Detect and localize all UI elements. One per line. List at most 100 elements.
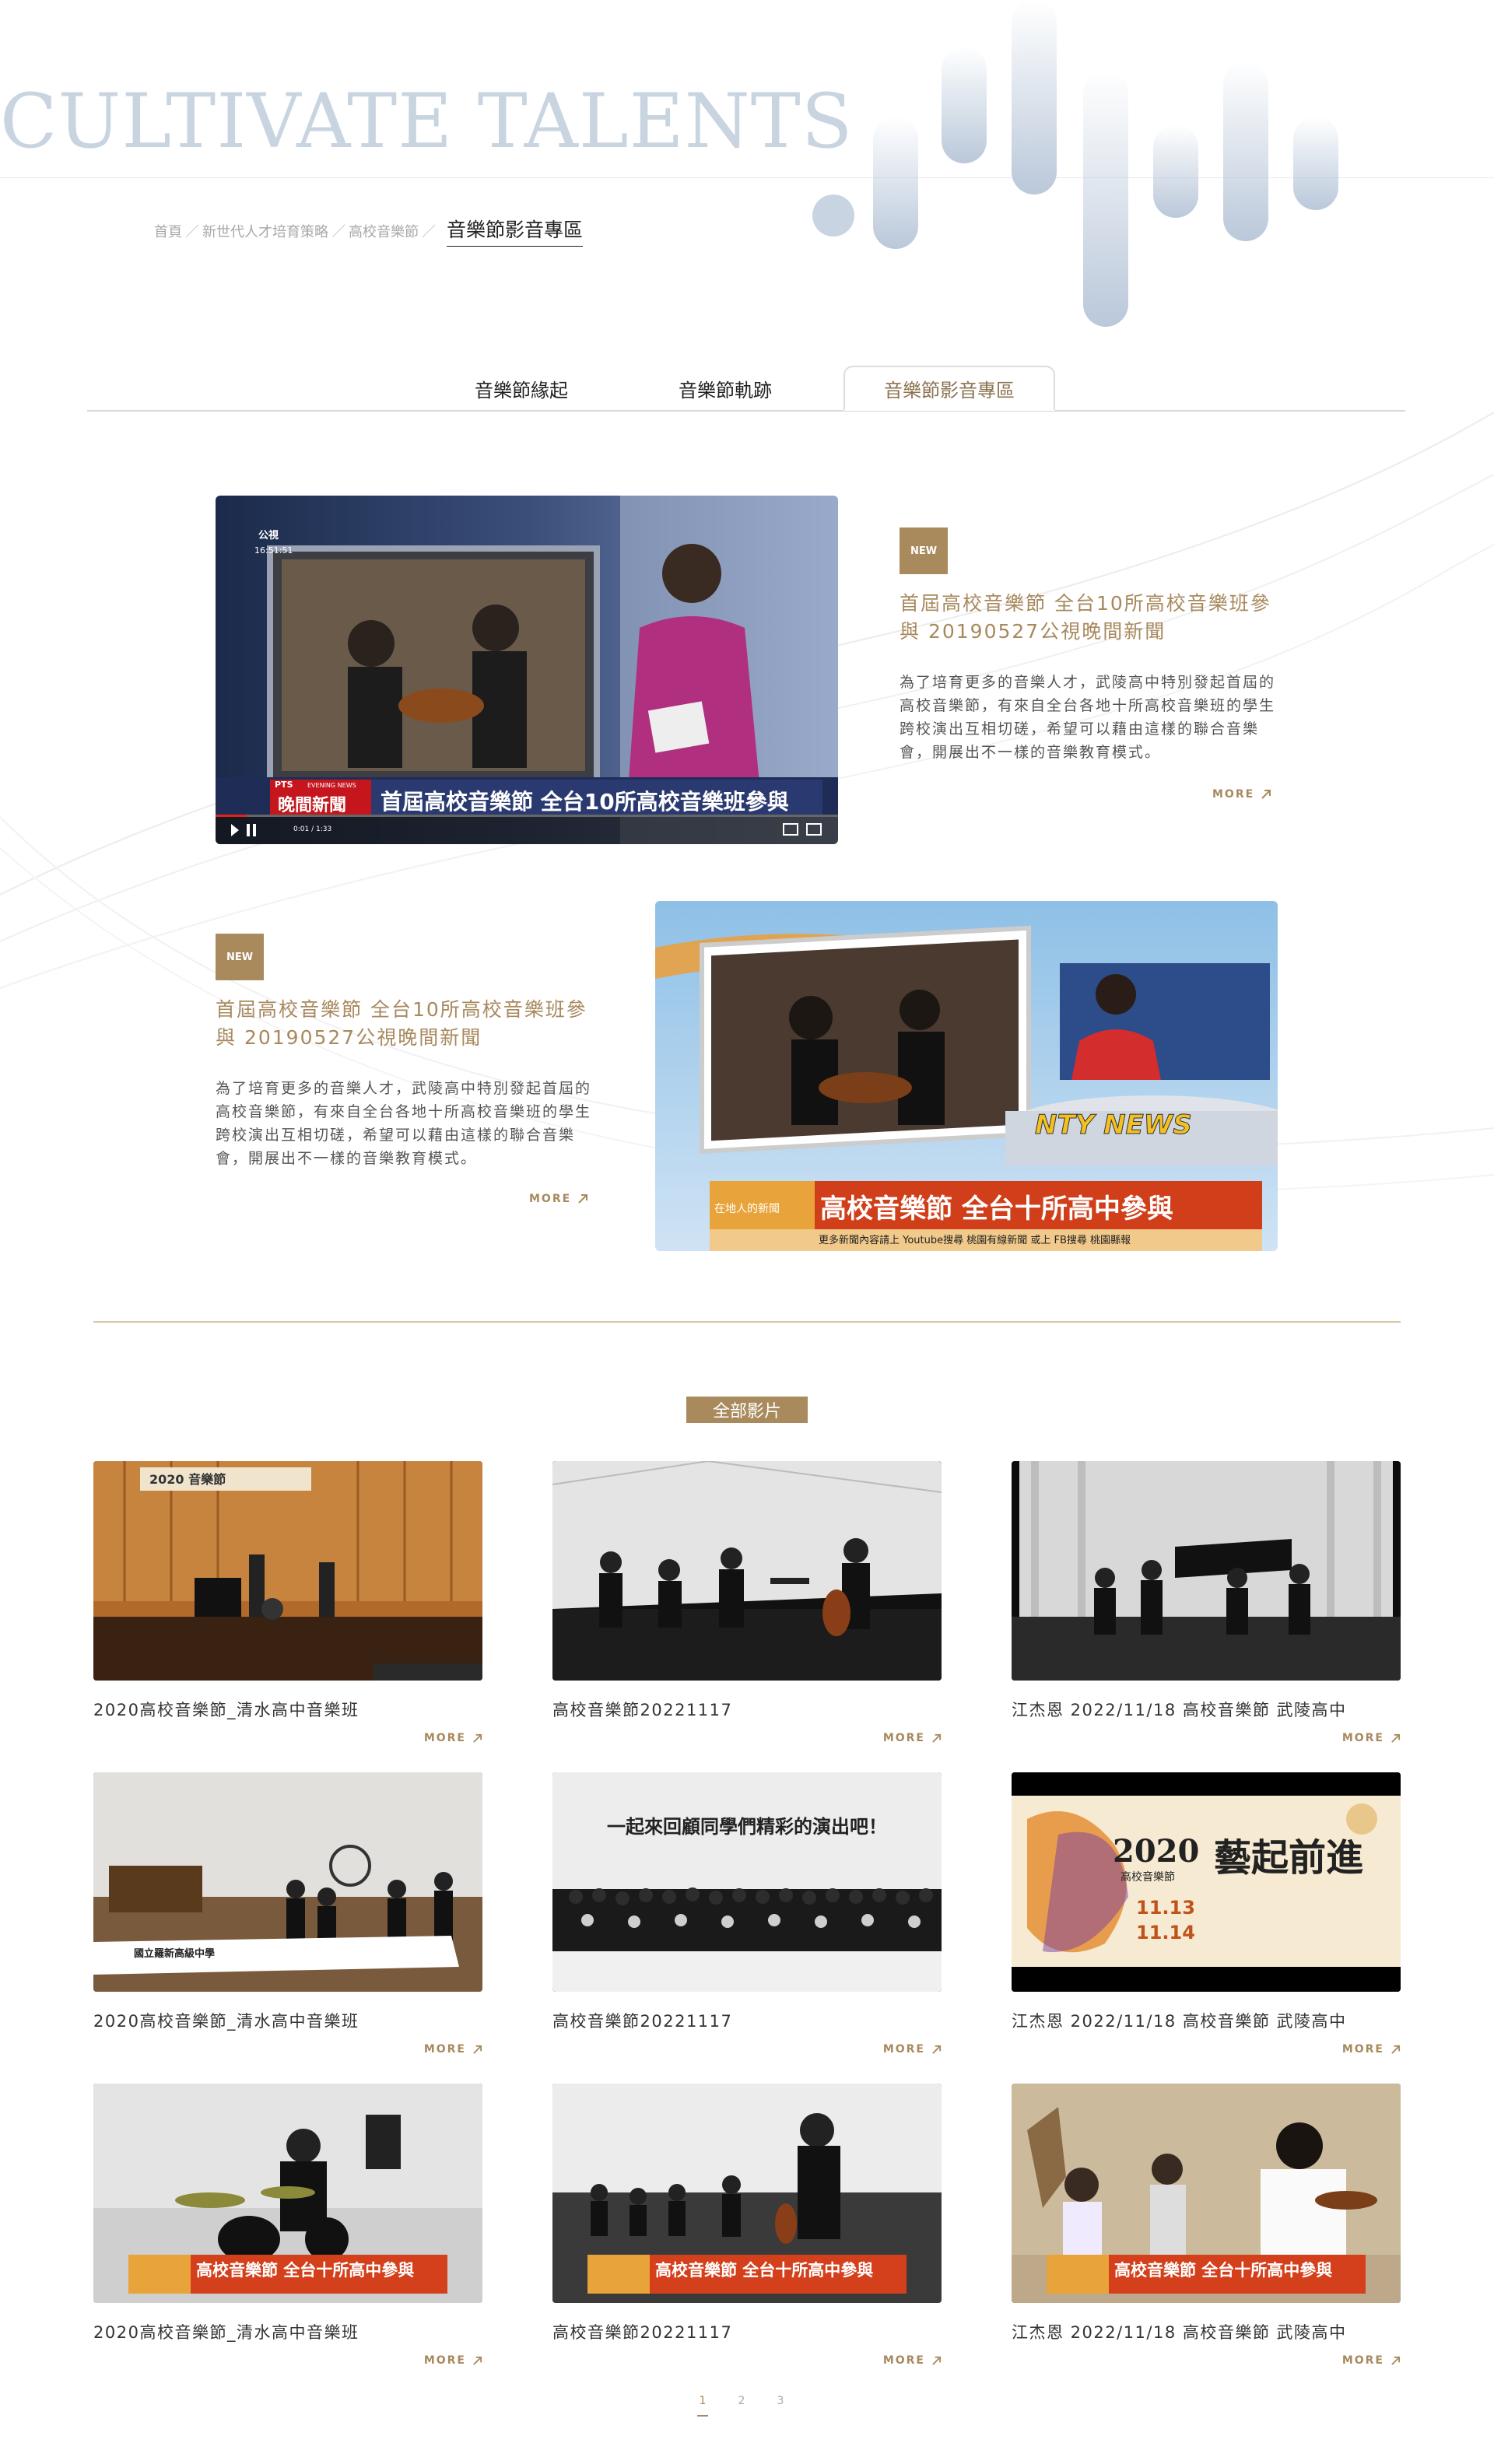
all-videos-label: 全部影片 [686,1397,808,1423]
news-caption: 高校音樂節 全台十所高中參與 [1114,2261,1333,2280]
feature-video-1[interactable]: 公視 16:51:51 PTS EVENING NEWS 晚間新聞 首屆高校音樂… [216,496,838,844]
poster-date-2: 11.14 [1136,1922,1195,1944]
video-title[interactable]: 高校音樂節20221117 [552,1698,942,1721]
video-thumbnail[interactable]: 一起來回顧同學們精彩的演出吧！ [552,1772,942,1992]
video-title[interactable]: 江杰恩 2022/11/18 高校音樂節 武陵高中 [1012,1698,1401,1721]
breadcrumb-home[interactable]: 首頁 [154,221,182,241]
page-3-link[interactable]: 3 [775,2395,786,2417]
more-label: MORE [1341,2354,1384,2367]
more-label: MORE [423,2354,466,2367]
arrow-up-right-icon [932,1733,942,1743]
video-title[interactable]: 高校音樂節20221117 [552,2009,942,2032]
page-2-link[interactable]: 2 [736,2395,747,2417]
video-title[interactable]: 2020高校音樂節_清水高中音樂班 [93,2009,482,2032]
breadcrumb-music-festival[interactable]: 高校音樂節 [349,221,419,241]
video-card[interactable]: 高校音樂節 全台十所高中參與 高校音樂節20221117 MORE [552,2084,942,2367]
news-desk-logo: NTY NEWS [1035,1109,1193,1141]
video-thumbnail[interactable]: 國立羅新高級中學 [93,1772,482,1992]
news-caption: 高校音樂節 全台十所高中參與 [820,1193,1173,1225]
feature-description: 為了培育更多的音樂人才，武陵高中特別發起首屆的高校音樂節，有來自全台各地十所高校… [900,674,1276,761]
poster-subtitle: 高校音樂節 [1120,1871,1175,1884]
news-tag: 在地人的新聞 [714,1203,780,1215]
more-label: MORE [423,1732,466,1744]
video-card[interactable]: 高校音樂節 全台十所高中參與 2020高校音樂節_清水高中音樂班 MORE [93,2084,482,2367]
breadcrumb-current: 音樂節影音專區 [447,215,584,247]
play-icon[interactable] [226,819,261,841]
news-caption: 高校音樂節 全台十所高中參與 [196,2261,415,2280]
show-subtitle: EVENING NEWS [307,782,356,789]
video-more-button[interactable]: MORE [1012,2043,1401,2056]
feature-video-2[interactable]: NTY NEWS 在地人的新聞 高校音樂節 全台十所高中參與 更多新聞內容請上 … [655,901,1278,1251]
video-thumbnail[interactable]: 高校音樂節 全台十所高中參與 [1012,2084,1401,2303]
video-card[interactable]: 高校音樂節 全台十所高中參與 江杰恩 2022/11/18 高校音樂節 武陵高中… [1012,2084,1401,2367]
feature-title[interactable]: 首屆高校音樂節 全台10所高校音樂班參與 20190527公視晚間新聞 [216,996,597,1052]
breadcrumb-talent-strategy[interactable]: 新世代人才培育策略 [202,221,328,241]
video-card[interactable]: 高校音樂節20221117 MORE [552,1461,942,1744]
video-thumbnail[interactable]: 高校音樂節 全台十所高中參與 [552,2084,942,2303]
video-thumbnail[interactable]: 高校音樂節 全台十所高中參與 [93,2084,482,2303]
video-title[interactable]: 2020高校音樂節_清水高中音樂班 [93,1698,482,1721]
breadcrumb-separator: ／ [185,224,199,240]
video-card[interactable]: 江杰恩 2022/11/18 高校音樂節 武陵高中 MORE [1012,1461,1401,1744]
video-title[interactable]: 江杰恩 2022/11/18 高校音樂節 武陵高中 [1012,2009,1401,2032]
video-more-button[interactable]: MORE [93,2354,482,2367]
tab-festival-video[interactable]: 音樂節影音專區 [843,366,1055,411]
new-badge: NEW [900,527,948,574]
video-card[interactable]: 一起來回顧同學們精彩的演出吧！ 高校音樂節20221117 MORE [552,1772,942,2056]
video-more-button[interactable]: MORE [93,2043,482,2056]
sound-bars-graphic [801,0,1362,335]
video-overlay-text: 一起來回顧同學們精彩的演出吧！ [607,1815,887,1838]
more-label: MORE [882,2354,925,2367]
video-title[interactable]: 江杰恩 2022/11/18 高校音樂節 武陵高中 [1012,2320,1401,2343]
school-caption: 國立羅新高級中學 [134,1948,216,1960]
arrow-up-right-icon [1261,790,1271,799]
video-card[interactable]: 2020 藝起前進 高校音樂節 11.13 11.14 江杰恩 2022/11/… [1012,1772,1401,2056]
video-card[interactable]: 國立羅新高級中學 2020高校音樂節_清水高中音樂班 MORE [93,1772,482,2056]
video-more-button[interactable]: MORE [93,1732,482,1744]
video-thumbnail[interactable]: 2020 藝起前進 高校音樂節 11.13 11.14 [1012,1772,1401,1992]
show-brand: PTS [275,780,293,790]
poster-name: 藝起前進 [1214,1836,1364,1880]
tab-festival-history[interactable]: 音樂節軌跡 [640,366,811,411]
arrow-up-right-icon [473,2356,482,2365]
hero-title: CULTIVATE TALENTS [0,78,854,165]
poster-year: 2020 [1113,1833,1200,1870]
video-more-button[interactable]: MORE [552,1732,942,1744]
page-1-link[interactable]: 1 [697,2395,708,2417]
arrow-up-right-icon [578,1194,588,1204]
breadcrumb-separator: ／ [422,224,436,240]
feature-2-text: NEW 首屆高校音樂節 全台10所高校音樂班參與 20190527公視晚間新聞 … [216,934,597,1170]
news-ticker: 更多新聞內容請上 Youtube搜尋 桃園有線新聞 或上 FB搜尋 桃園縣報 [819,1235,1131,1246]
more-label: MORE [882,2043,925,2056]
video-more-button[interactable]: MORE [552,2043,942,2056]
video-more-button[interactable]: MORE [1012,1732,1401,1744]
video-more-button[interactable]: MORE [552,2354,942,2367]
news-caption: 首屆高校音樂節 全台10所高校音樂班參與 [381,789,789,815]
feature-2-more-button[interactable]: MORE [529,1193,588,1205]
arrow-up-right-icon [1391,1733,1401,1743]
feature-title[interactable]: 首屆高校音樂節 全台10所高校音樂班參與 20190527公視晚間新聞 [900,590,1281,646]
news-timestamp: 16:51:51 [254,545,293,556]
arrow-up-right-icon [1391,2045,1401,2054]
video-thumbnail[interactable]: 2020 音樂節 [93,1461,482,1681]
tab-festival-origin[interactable]: 音樂節緣起 [436,366,607,411]
feature-1-more-button[interactable]: MORE [1212,788,1271,801]
more-label: MORE [1212,788,1255,801]
video-card[interactable]: 2020 音樂節 2020高校音樂節_清水高中音樂班 MORE [93,1461,482,1744]
more-label: MORE [423,2043,466,2056]
video-title[interactable]: 2020高校音樂節_清水高中音樂班 [93,2320,482,2343]
arrow-up-right-icon [932,2356,942,2365]
player-time: 0:01 / 1:33 [293,825,332,833]
video-thumbnail[interactable] [552,1461,942,1681]
feature-description: 為了培育更多的音樂人才，武陵高中特別發起首屆的高校音樂節，有來自全台各地十所高校… [216,1080,592,1167]
breadcrumb-separator: ／ [331,224,345,240]
video-title[interactable]: 高校音樂節20221117 [552,2320,942,2343]
thumbnail-banner: 2020 音樂節 [149,1472,226,1487]
arrow-up-right-icon [1391,2356,1401,2365]
fullscreen-icon[interactable] [804,821,824,838]
feature-1-text: NEW 首屆高校音樂節 全台10所高校音樂班參與 20190527公視晚間新聞 … [900,527,1281,764]
video-more-button[interactable]: MORE [1012,2354,1401,2367]
news-caption: 高校音樂節 全台十所高中參與 [655,2261,874,2280]
video-thumbnail[interactable] [1012,1461,1401,1681]
arrow-up-right-icon [932,2045,942,2054]
